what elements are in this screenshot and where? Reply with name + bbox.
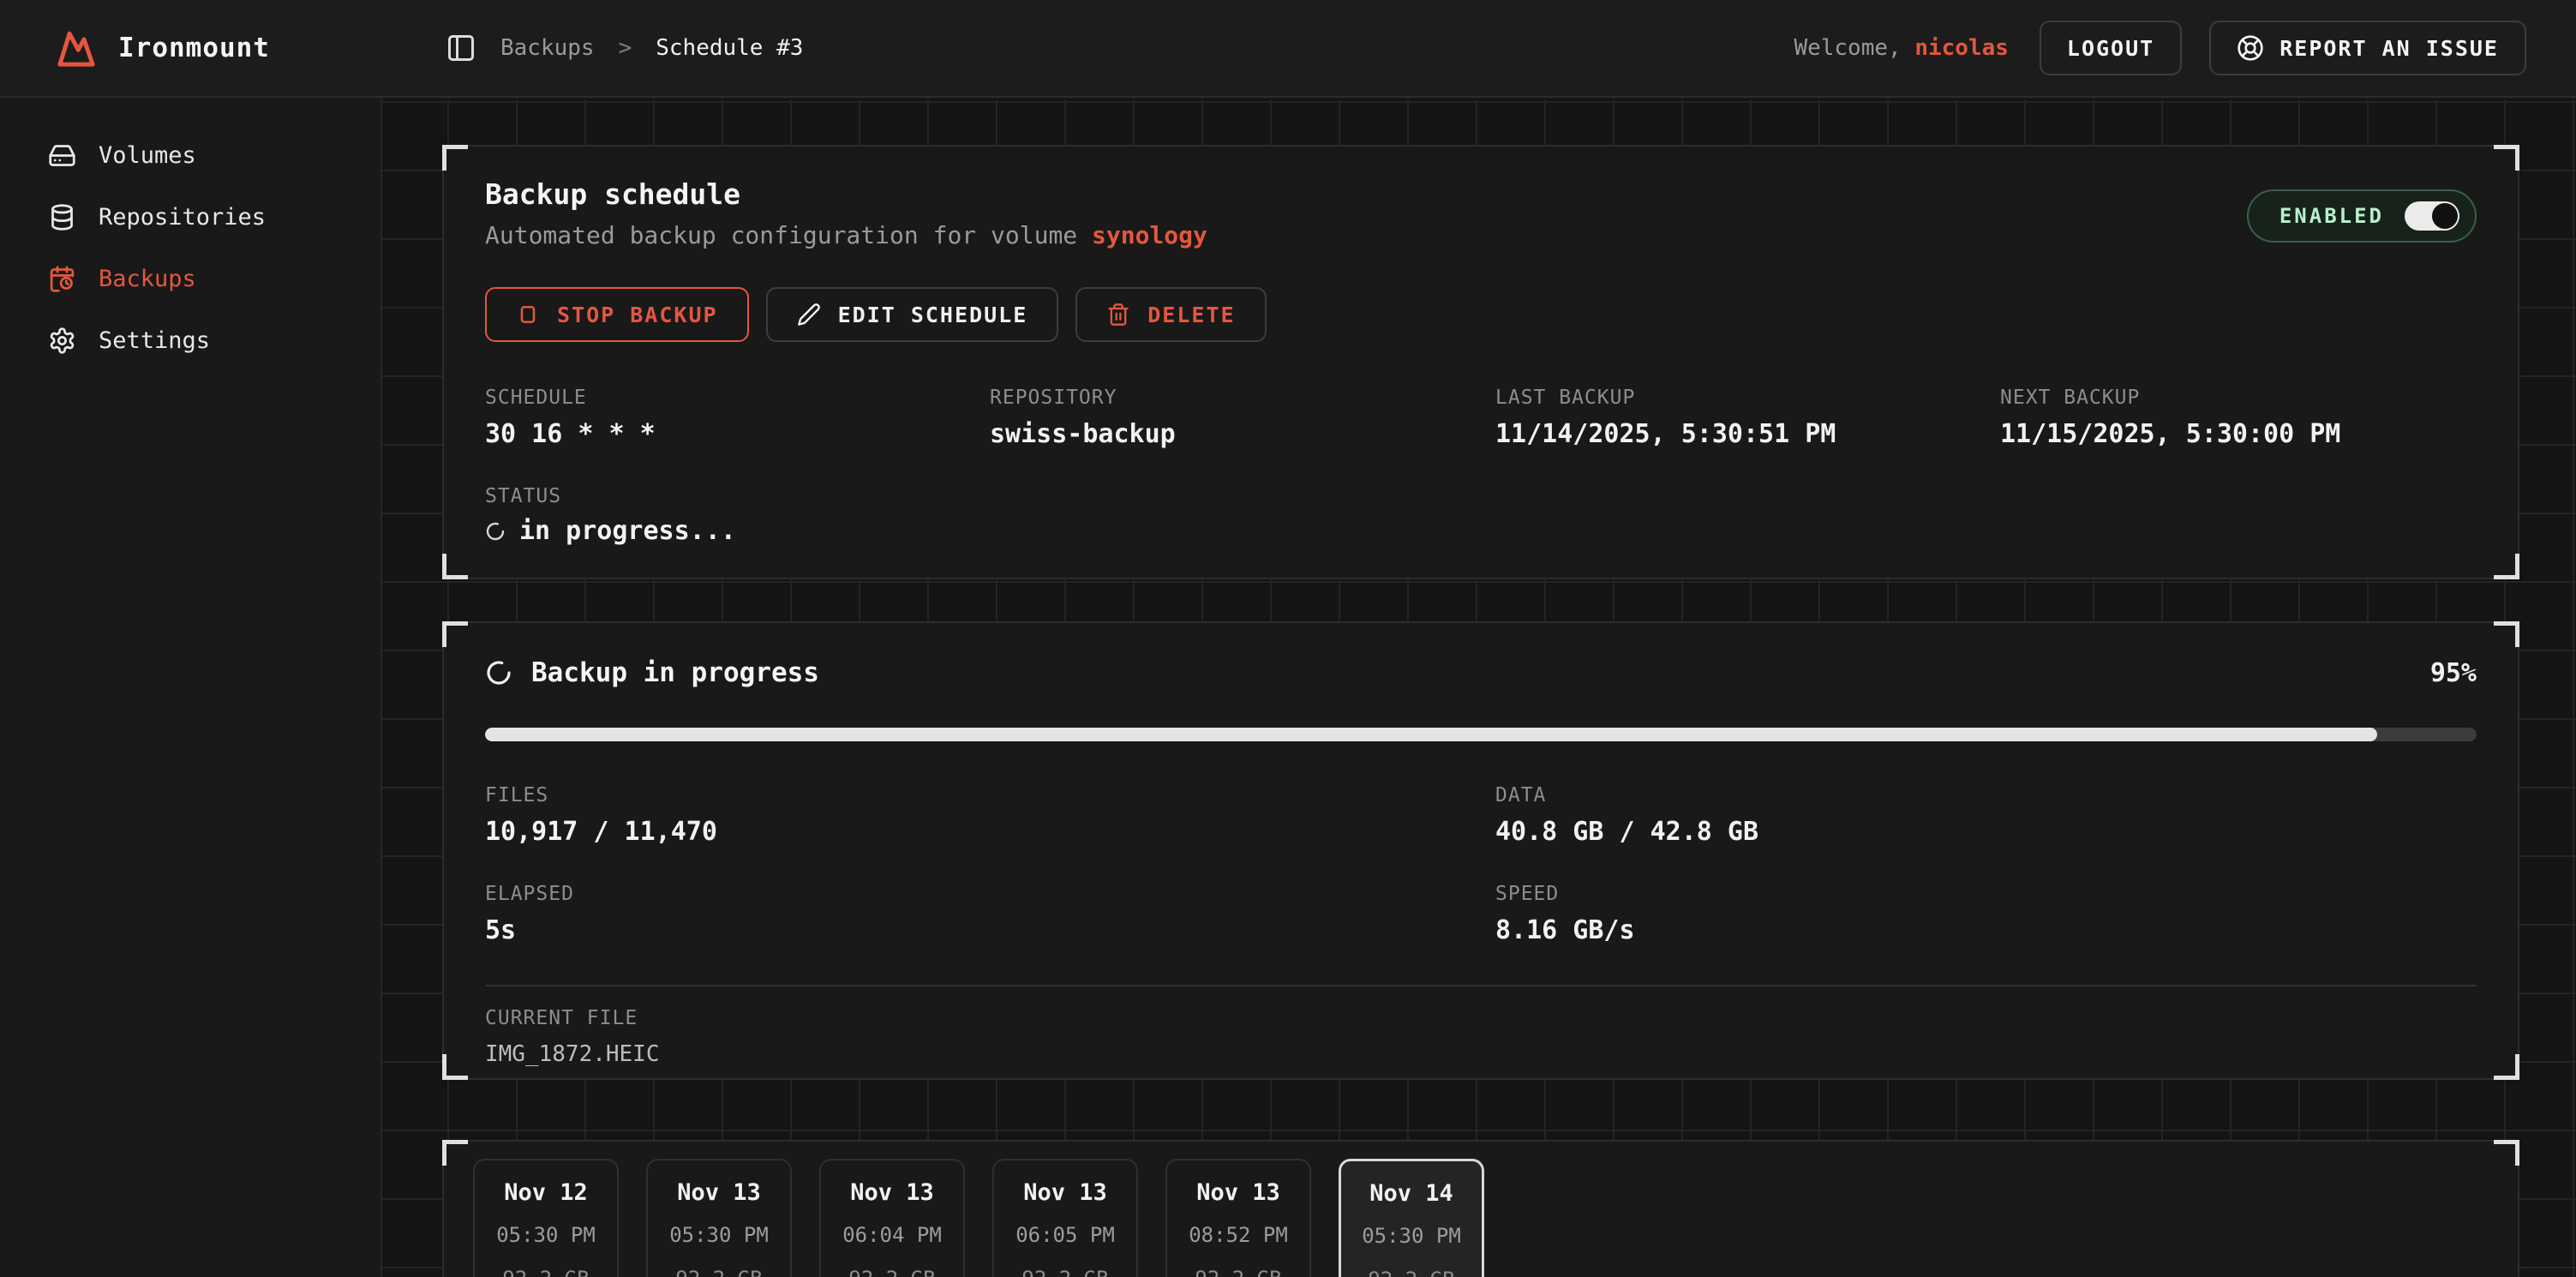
header-right: Welcome, nicolas LOGOUT REPORT AN ISSUE (1794, 0, 2526, 96)
sidebar-item-repositories[interactable]: Repositories (0, 190, 380, 243)
schedule-heading: Backup schedule Automated backup configu… (485, 177, 1207, 249)
card-title: Backup schedule (485, 177, 1207, 211)
stat-data: DATA 40.8 GB / 42.8 GB (1495, 784, 2477, 847)
stop-icon (516, 303, 540, 327)
hard-drive-icon (48, 141, 76, 170)
field-next-backup: NEXT BACKUP 11/15/2025, 5:30:00 PM (2000, 387, 2477, 449)
spinner-icon (485, 659, 512, 686)
corner-bracket (442, 554, 468, 579)
welcome-text: Welcome, nicolas (1794, 35, 2008, 61)
history-entry[interactable]: Nov 13 08:52 PM 92.2 GB (1165, 1159, 1311, 1277)
history-entry[interactable]: Nov 13 05:30 PM 92.2 GB (646, 1159, 792, 1277)
progress-title: Backup in progress (531, 657, 819, 688)
spinner-icon (485, 521, 506, 542)
brand: Ironmount (53, 0, 270, 96)
logout-button[interactable]: LOGOUT (2040, 21, 2182, 75)
history-entry[interactable]: Nov 13 06:04 PM 92.2 GB (819, 1159, 965, 1277)
breadcrumb: Backups > Schedule #3 (446, 0, 803, 96)
stat-files: FILES 10,917 / 11,470 (485, 784, 1495, 847)
corner-bracket (442, 1140, 468, 1166)
sidebar: Volumes Repositories Backups (0, 98, 382, 1277)
corner-bracket (2494, 145, 2519, 171)
corner-bracket (442, 621, 468, 647)
field-last-backup: LAST BACKUP 11/14/2025, 5:30:51 PM (1495, 387, 2000, 449)
stat-speed: SPEED 8.16 GB/s (1495, 883, 2477, 945)
schedule-actions: STOP BACKUP EDIT SCHEDULE (485, 287, 2477, 342)
delete-button[interactable]: DELETE (1075, 287, 1266, 342)
status-value: in progress... (519, 516, 736, 546)
report-issue-button[interactable]: REPORT AN ISSUE (2209, 21, 2526, 75)
app-title: Ironmount (118, 33, 270, 63)
corner-bracket (2494, 554, 2519, 579)
backup-schedule-card: Backup schedule Automated backup configu… (442, 145, 2519, 579)
corner-bracket (2494, 621, 2519, 647)
main-content: Backup schedule Automated backup configu… (382, 99, 2576, 1277)
history-entry[interactable]: Nov 12 05:30 PM 92.2 GB (473, 1159, 619, 1277)
enabled-toggle[interactable]: ENABLED (2247, 189, 2477, 243)
trash-icon (1106, 303, 1130, 327)
edit-schedule-button[interactable]: EDIT SCHEDULE (766, 287, 1059, 342)
card-subtitle: Automated backup configuration for volum… (485, 221, 1207, 249)
progress-bar (485, 728, 2477, 741)
progress-percent: 95% (2430, 658, 2477, 688)
sidebar-item-backups[interactable]: Backups (0, 252, 380, 305)
field-repository: REPOSITORY swiss-backup (990, 387, 1495, 449)
gear-icon (48, 327, 76, 355)
sidebar-item-label: Repositories (99, 204, 266, 231)
progress-fill (485, 728, 2377, 741)
history-list: Nov 12 05:30 PM 92.2 GB Nov 13 05:30 PM … (473, 1159, 2489, 1277)
toggle-switch[interactable] (2405, 201, 2459, 231)
calendar-clock-icon (48, 265, 76, 293)
sidebar-item-volumes[interactable]: Volumes (0, 129, 380, 182)
corner-bracket (442, 1054, 468, 1080)
breadcrumb-separator: > (619, 35, 632, 61)
volume-name: synology (1092, 221, 1207, 249)
top-bar: Ironmount Backups > Schedule #3 Welcome,… (0, 0, 2576, 98)
history-entry[interactable]: Nov 13 06:05 PM 92.2 GB (992, 1159, 1138, 1277)
field-status: STATUS in progress... (485, 485, 2477, 546)
breadcrumb-current: Schedule #3 (656, 35, 803, 61)
schedule-fields: SCHEDULE 30 16 * * * REPOSITORY swiss-ba… (485, 387, 2477, 449)
current-file-value: IMG_1872.HEIC (485, 1041, 2477, 1067)
corner-bracket (2494, 1140, 2519, 1166)
pencil-icon (797, 303, 821, 327)
sidebar-item-label: Backups (99, 266, 196, 292)
corner-bracket (2494, 1054, 2519, 1080)
toggle-knob (2432, 203, 2458, 229)
backup-progress-card: Backup in progress 95% FILES 10,917 / 11… (442, 621, 2519, 1080)
lifebuoy-icon (2237, 34, 2264, 62)
history-entry-selected[interactable]: Nov 14 05:30 PM 92.2 GB (1339, 1159, 1484, 1277)
sidebar-item-label: Volumes (99, 142, 196, 169)
breadcrumb-backups[interactable]: Backups (500, 35, 595, 61)
enabled-label: ENABLED (2279, 204, 2384, 228)
divider (485, 985, 2477, 986)
current-file: CURRENT FILE IMG_1872.HEIC (485, 1007, 2477, 1067)
corner-bracket (442, 145, 468, 171)
database-icon (48, 203, 76, 231)
sidebar-toggle-icon[interactable] (446, 33, 476, 63)
username: nicolas (1914, 35, 2009, 61)
stop-backup-button[interactable]: STOP BACKUP (485, 287, 749, 342)
backup-history-card: Nov 12 05:30 PM 92.2 GB Nov 13 05:30 PM … (442, 1140, 2519, 1277)
field-schedule: SCHEDULE 30 16 * * * (485, 387, 990, 449)
stat-elapsed: ELAPSED 5s (485, 883, 1495, 945)
ironmount-logo-icon (53, 23, 99, 73)
sidebar-item-settings[interactable]: Settings (0, 314, 380, 367)
sidebar-item-label: Settings (99, 327, 210, 354)
progress-stats: FILES 10,917 / 11,470 DATA 40.8 GB / 42.… (485, 784, 2477, 945)
